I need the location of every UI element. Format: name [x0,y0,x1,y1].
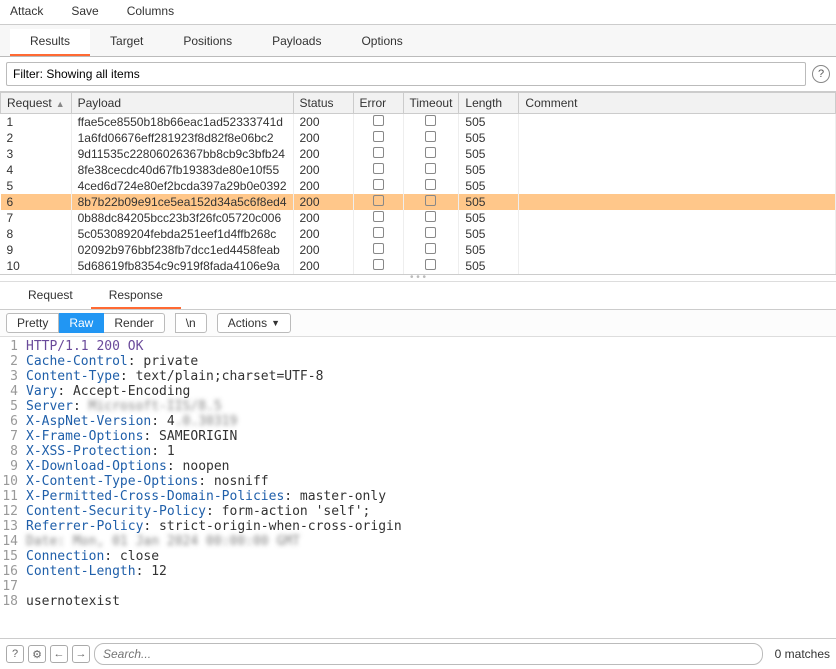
checkbox[interactable] [373,179,384,190]
results-table-wrap: Request▲ Payload Status Error Timeout Le… [0,92,836,274]
table-row[interactable]: 68b7b22b09e91ce5ea152d34a5c6f8ed4200505 [1,194,836,210]
checkbox[interactable] [425,211,436,222]
tab-positions[interactable]: Positions [163,29,252,56]
checkbox[interactable] [373,195,384,206]
tab-options[interactable]: Options [341,29,422,56]
actions-button[interactable]: Actions▼ [217,313,291,333]
checkbox[interactable] [425,147,436,158]
checkbox[interactable] [425,195,436,206]
col-status[interactable]: Status [293,93,353,114]
splitter[interactable]: • • • [0,274,836,282]
table-row[interactable]: 48fe38cecdc40d67fb19383de80e10f55200505 [1,162,836,178]
checkbox[interactable] [373,211,384,222]
col-comment[interactable]: Comment [519,93,836,114]
checkbox[interactable] [373,115,384,126]
filter-input[interactable] [6,62,806,86]
top-menu: Attack Save Columns [0,0,836,25]
view-render[interactable]: Render [104,313,164,333]
col-request[interactable]: Request▲ [1,93,72,114]
menu-attack[interactable]: Attack [10,4,43,18]
table-row[interactable]: 21a6fd06676eff281923f8d82f8e06bc2200505 [1,130,836,146]
menu-save[interactable]: Save [71,4,98,18]
chevron-down-icon: ▼ [271,318,280,328]
detail-tabs: Request Response [0,282,836,310]
checkbox[interactable] [373,163,384,174]
table-row[interactable]: 85c053089204febda251eef1d4ffb268c200505 [1,226,836,242]
checkbox[interactable] [425,179,436,190]
checkbox[interactable] [425,227,436,238]
checkbox[interactable] [373,227,384,238]
menu-columns[interactable]: Columns [127,4,174,18]
view-newline[interactable]: \n [175,313,207,333]
match-count: 0 matches [767,647,830,661]
checkbox[interactable] [425,163,436,174]
tab-target[interactable]: Target [90,29,163,56]
col-payload[interactable]: Payload [71,93,293,114]
next-icon[interactable]: → [72,645,90,663]
response-body[interactable]: 1HTTP/1.1 200 OK2Cache-Control: private3… [0,337,836,638]
sort-asc-icon: ▲ [56,99,65,109]
table-row[interactable]: 902092b976bbf238fb7dcc1ed4458feab200505 [1,242,836,258]
help-icon[interactable]: ? [6,645,24,663]
checkbox[interactable] [373,243,384,254]
checkbox[interactable] [373,131,384,142]
checkbox[interactable] [425,259,436,270]
checkbox[interactable] [425,131,436,142]
prev-icon[interactable]: ← [50,645,68,663]
col-length[interactable]: Length [459,93,519,114]
gear-icon[interactable]: ⚙ [28,645,46,663]
search-input[interactable] [94,643,763,665]
view-bar: Pretty Raw Render \n Actions▼ [0,310,836,337]
filter-row: ? [0,57,836,92]
help-icon[interactable]: ? [812,65,830,83]
checkbox[interactable] [373,147,384,158]
results-table: Request▲ Payload Status Error Timeout Le… [0,92,836,274]
view-pretty[interactable]: Pretty [6,313,59,333]
main-tabs: Results Target Positions Payloads Option… [0,25,836,57]
checkbox[interactable] [425,243,436,254]
tab-payloads[interactable]: Payloads [252,29,341,56]
table-row[interactable]: 70b88dc84205bcc23b3f26fc05720c006200505 [1,210,836,226]
table-row[interactable]: 54ced6d724e80ef2bcda397a29b0e0392200505 [1,178,836,194]
table-row[interactable]: 39d11535c22806026367bb8cb9c3bfb24200505 [1,146,836,162]
tab-request[interactable]: Request [10,284,91,309]
col-error[interactable]: Error [353,93,403,114]
bottom-bar: ? ⚙ ← → 0 matches [0,638,836,669]
tab-results[interactable]: Results [10,29,90,56]
view-raw[interactable]: Raw [59,313,104,333]
tab-response[interactable]: Response [91,284,181,309]
checkbox[interactable] [373,259,384,270]
col-timeout[interactable]: Timeout [403,93,459,114]
checkbox[interactable] [425,115,436,126]
table-row[interactable]: 1ffae5ce8550b18b66eac1ad52333741d200505 [1,114,836,131]
